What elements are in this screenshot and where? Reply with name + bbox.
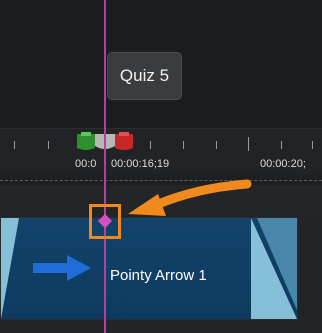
ruler-tick	[281, 141, 282, 149]
clip-right-transition	[251, 218, 297, 319]
ruler-tick	[48, 141, 49, 149]
ruler-label-start: 00:0	[75, 158, 97, 170]
ruler-tick	[312, 141, 313, 149]
ruler-tick	[14, 141, 15, 149]
ruler-label-next: 00:00:20;	[260, 158, 306, 170]
playhead-line[interactable]	[104, 0, 106, 333]
ruler-label-current: 00:00:16;19	[111, 158, 170, 170]
ruler-tick	[183, 141, 184, 149]
quiz-marker-text: Quiz 5	[119, 66, 170, 85]
clip-left-transition	[1, 218, 19, 319]
ruler-tick	[248, 137, 249, 151]
ruler-tick	[216, 141, 217, 149]
media-clip[interactable]: Pointy Arrow 1	[0, 217, 298, 320]
ruler-tick	[150, 141, 151, 149]
quiz-marker-label[interactable]: Quiz 5	[107, 52, 182, 100]
arrow-right-icon	[33, 255, 91, 281]
clip-label: Pointy Arrow 1	[110, 267, 207, 284]
callout-arrow-icon	[128, 179, 252, 216]
